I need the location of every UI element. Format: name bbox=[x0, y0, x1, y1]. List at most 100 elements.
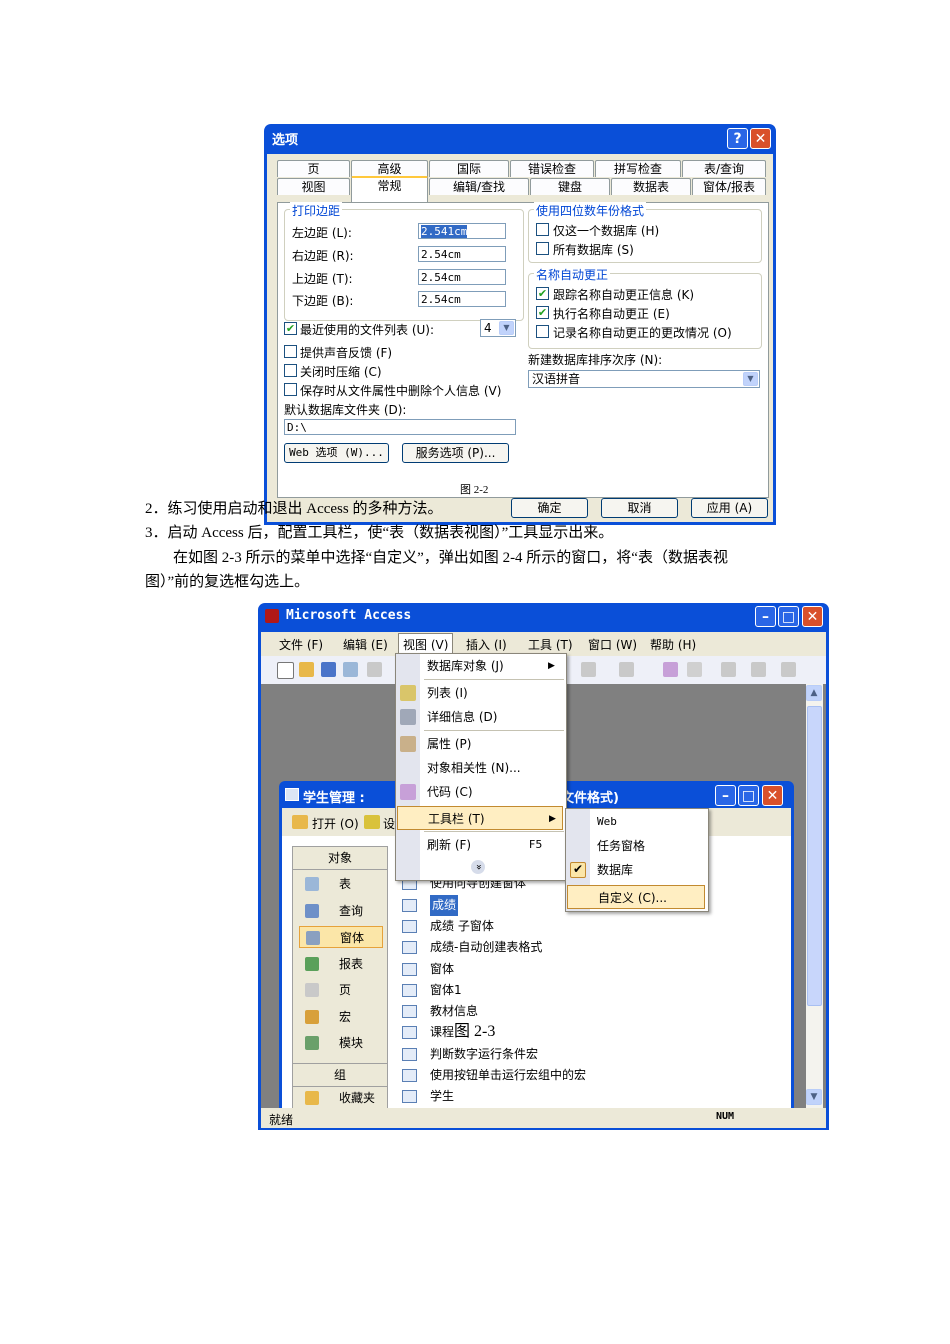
office-links-icon[interactable] bbox=[619, 662, 634, 677]
ok-button[interactable]: 确定 bbox=[511, 498, 588, 518]
close-button[interactable]: ✕ bbox=[750, 128, 771, 149]
child-close-icon[interactable]: ✕ bbox=[762, 785, 783, 806]
menu-item-refresh[interactable]: 刷新 (F) F5 bbox=[396, 833, 564, 857]
scroll-down-icon[interactable]: ▼ bbox=[806, 1089, 822, 1105]
object-macros[interactable]: 宏 bbox=[299, 1006, 383, 1028]
new-object-icon[interactable] bbox=[751, 662, 766, 677]
properties-icon[interactable] bbox=[721, 662, 736, 677]
report-icon bbox=[305, 957, 319, 971]
groups-header[interactable]: 组 bbox=[293, 1063, 387, 1087]
tab-forms-reports[interactable]: 窗体/报表 bbox=[692, 178, 766, 195]
expand-menu-icon[interactable]: » bbox=[471, 860, 485, 874]
tab-international[interactable]: 国际 bbox=[429, 160, 509, 177]
menu-item-list[interactable]: 列表 (I) bbox=[396, 681, 564, 705]
right-margin-input[interactable]: 2.54cm bbox=[418, 246, 506, 262]
menu-tools[interactable]: 工具 (T) bbox=[528, 636, 573, 653]
tab-error-checking[interactable]: 错误检查 bbox=[510, 160, 594, 177]
menu-item-properties[interactable]: 属性 (P) bbox=[396, 732, 564, 756]
object-forms[interactable]: 窗体 bbox=[299, 926, 383, 948]
submenu-arrow-icon: ▶ bbox=[548, 661, 555, 671]
scroll-up-icon[interactable]: ▲ bbox=[806, 685, 822, 701]
tab-view[interactable]: 视图 bbox=[277, 178, 350, 195]
tab-advanced[interactable]: 高级 bbox=[351, 160, 428, 177]
object-reports[interactable]: 报表 bbox=[299, 953, 383, 975]
menu-item-database-objects[interactable]: 数据库对象 (J) ▶ bbox=[396, 654, 564, 678]
remove-personal-checkbox[interactable] bbox=[284, 383, 297, 396]
cancel-button[interactable]: 取消 bbox=[601, 498, 678, 518]
bottom-margin-input[interactable]: 2.54cm bbox=[418, 291, 506, 307]
recent-files-count-select[interactable]: 4 ▼ bbox=[480, 319, 516, 337]
menu-item-label: 对象相关性 (N)... bbox=[427, 761, 521, 775]
open-folder-icon[interactable] bbox=[299, 662, 314, 677]
objects-bar: 对象 表 查询 窗体 报表 页 宏 模块 组 收藏夹 bbox=[292, 846, 388, 1110]
web-options-button[interactable]: Web 选项 (W)... bbox=[284, 443, 389, 463]
all-db-checkbox[interactable] bbox=[536, 242, 549, 255]
help-button[interactable]: ? bbox=[727, 128, 748, 149]
favorites-group[interactable]: 收藏夹 bbox=[299, 1087, 383, 1109]
track-autocorrect-checkbox[interactable]: ✔ bbox=[536, 287, 549, 300]
menu-view[interactable]: 视图 (V) bbox=[398, 633, 454, 655]
perform-autocorrect-checkbox[interactable]: ✔ bbox=[536, 306, 549, 319]
menu-help[interactable]: 帮助 (H) bbox=[650, 636, 696, 653]
menu-window[interactable]: 窗口 (W) bbox=[588, 636, 637, 653]
print-icon[interactable] bbox=[367, 662, 382, 677]
minimize-icon[interactable]: – bbox=[755, 606, 776, 627]
child-maximize-icon[interactable]: □ bbox=[738, 785, 759, 806]
menu-item-dependencies[interactable]: 对象相关性 (N)... bbox=[396, 756, 564, 780]
object-pages[interactable]: 页 bbox=[299, 979, 383, 1001]
maximize-icon[interactable]: □ bbox=[778, 606, 799, 627]
tab-datasheet[interactable]: 数据表 bbox=[611, 178, 691, 195]
compact-on-close-checkbox[interactable] bbox=[284, 364, 297, 377]
scrollbar-thumb[interactable] bbox=[807, 706, 822, 1006]
object-label: 查询 bbox=[339, 904, 364, 918]
log-autocorrect-checkbox[interactable] bbox=[536, 325, 549, 338]
perform-autocorrect-label: 执行名称自动更正 (E) bbox=[553, 307, 670, 321]
menu-item-toolbars[interactable]: 工具栏 (T) ▶ bbox=[397, 806, 563, 830]
top-margin-input[interactable]: 2.54cm bbox=[418, 269, 506, 285]
objects-header[interactable]: 对象 bbox=[293, 847, 387, 870]
relationships-icon[interactable] bbox=[687, 662, 702, 677]
analyze-icon[interactable] bbox=[581, 662, 596, 677]
search-file-icon[interactable] bbox=[343, 662, 358, 677]
tab-general[interactable]: 常规 bbox=[351, 176, 428, 203]
tab-tables-queries[interactable]: 表/查询 bbox=[682, 160, 766, 177]
object-modules[interactable]: 模块 bbox=[299, 1032, 383, 1054]
tab-keyboard[interactable]: 键盘 bbox=[530, 178, 610, 195]
menu-item-label: 任务窗格 bbox=[597, 839, 646, 853]
save-icon[interactable] bbox=[321, 662, 336, 677]
new-file-icon[interactable] bbox=[277, 662, 294, 679]
form-icon bbox=[306, 931, 320, 945]
menu-file[interactable]: 文件 (F) bbox=[279, 636, 323, 653]
recent-files-checkbox[interactable]: ✔ bbox=[284, 322, 297, 335]
service-options-button[interactable]: 服务选项 (P)... bbox=[402, 443, 509, 463]
menu-item-code[interactable]: 代码 (C) bbox=[396, 780, 564, 804]
this-db-checkbox[interactable] bbox=[536, 223, 549, 236]
menu-item-details[interactable]: 详细信息 (D) bbox=[396, 705, 564, 729]
track-autocorrect-label: 跟踪名称自动更正信息 (K) bbox=[553, 288, 695, 302]
menu-item-task-pane[interactable]: 任务窗格 bbox=[566, 834, 706, 858]
tab-page[interactable]: 页 bbox=[277, 160, 350, 177]
open-button[interactable]: 打开 (O) bbox=[312, 815, 359, 832]
apply-button[interactable]: 应用 (A) bbox=[691, 498, 768, 518]
menu-edit[interactable]: 编辑 (E) bbox=[343, 636, 388, 653]
code-icon[interactable] bbox=[663, 662, 678, 677]
menu-item-web[interactable]: Web bbox=[566, 810, 706, 834]
sort-order-select[interactable]: 汉语拼音 ▼ bbox=[528, 370, 760, 388]
design-button[interactable]: 设 bbox=[383, 815, 395, 832]
menu-item-database[interactable]: ✔ 数据库 bbox=[566, 858, 706, 882]
child-minimize-icon[interactable]: – bbox=[715, 785, 736, 806]
close-icon[interactable]: ✕ bbox=[802, 606, 823, 627]
vertical-scrollbar[interactable]: ▲ ▼ bbox=[806, 684, 823, 1108]
tab-edit-find[interactable]: 编辑/查找 bbox=[429, 178, 529, 195]
sound-feedback-checkbox[interactable] bbox=[284, 345, 297, 358]
doc-paragraph-line-1: 在如图 2-3 所示的菜单中选择“自定义”，弹出如图 2-4 所示的窗口，将“表… bbox=[173, 550, 728, 566]
tab-spelling[interactable]: 拼写检查 bbox=[595, 160, 681, 177]
form-icon bbox=[402, 941, 417, 954]
menu-item-customize[interactable]: 自定义 (C)... bbox=[567, 885, 705, 909]
default-folder-input[interactable]: D:\ bbox=[284, 419, 516, 435]
object-tables[interactable]: 表 bbox=[299, 873, 383, 895]
object-queries[interactable]: 查询 bbox=[299, 900, 383, 922]
help-icon[interactable] bbox=[781, 662, 796, 677]
left-margin-input[interactable]: 2.541cm bbox=[418, 223, 506, 239]
menu-insert[interactable]: 插入 (I) bbox=[466, 636, 507, 653]
